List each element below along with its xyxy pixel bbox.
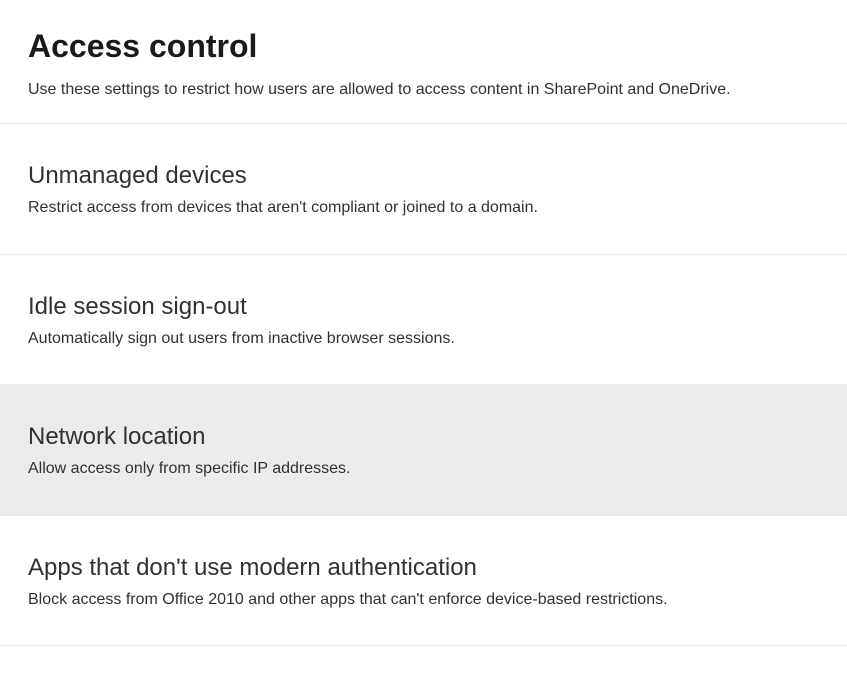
- setting-unmanaged-devices[interactable]: Unmanaged devices Restrict access from d…: [0, 124, 847, 255]
- setting-idle-session-sign-out[interactable]: Idle session sign-out Automatically sign…: [0, 255, 847, 386]
- page-header: Access control Use these settings to res…: [0, 0, 847, 99]
- setting-network-location[interactable]: Network location Allow access only from …: [0, 385, 847, 516]
- page-title: Access control: [28, 28, 819, 65]
- setting-apps-no-modern-auth[interactable]: Apps that don't use modern authenticatio…: [0, 516, 847, 647]
- setting-description: Allow access only from specific IP addre…: [28, 458, 819, 480]
- setting-title: Apps that don't use modern authenticatio…: [28, 552, 819, 583]
- setting-title: Idle session sign-out: [28, 291, 819, 322]
- setting-title: Unmanaged devices: [28, 160, 819, 191]
- page-description: Use these settings to restrict how users…: [28, 81, 819, 99]
- setting-description: Block access from Office 2010 and other …: [28, 589, 819, 611]
- setting-title: Network location: [28, 421, 819, 452]
- setting-description: Restrict access from devices that aren't…: [28, 197, 819, 219]
- setting-description: Automatically sign out users from inacti…: [28, 328, 819, 350]
